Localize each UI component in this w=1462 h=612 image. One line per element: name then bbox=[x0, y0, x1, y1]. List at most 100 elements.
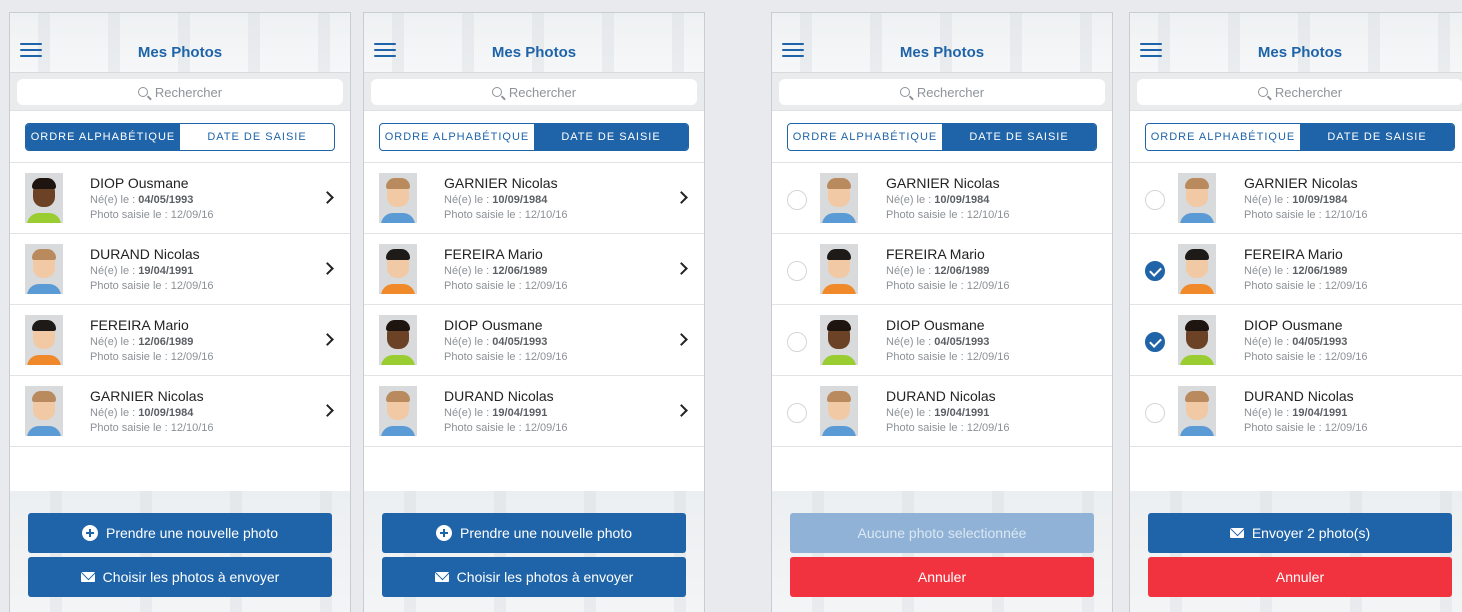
capture-date: Photo saisie le : 12/09/16 bbox=[886, 280, 1010, 292]
avatar bbox=[1178, 315, 1216, 365]
checked-radio[interactable] bbox=[1145, 261, 1165, 281]
avatar bbox=[379, 386, 417, 436]
birth-date: Né(e) le : 04/05/1993 bbox=[90, 194, 194, 206]
list-item[interactable]: DIOP Ousmane Né(e) le : 04/05/1993 Photo s… bbox=[772, 305, 1112, 376]
person-name: DIOP Ousmane bbox=[886, 317, 985, 333]
capture-date: Photo saisie le : 12/09/16 bbox=[1244, 422, 1368, 434]
take-new-photo-button[interactable]: Prendre une nouvelle photo bbox=[382, 513, 686, 553]
send-photos-button[interactable]: Envoyer 2 photo(s) bbox=[1148, 513, 1452, 553]
birth-date: Né(e) le : 19/04/1991 bbox=[1244, 407, 1348, 419]
segment-date[interactable]: DATE DE SAISIE bbox=[180, 124, 334, 150]
list-item[interactable]: DURAND Nicolas Né(e) le : 19/04/1991 Photo… bbox=[364, 376, 704, 447]
checked-radio[interactable] bbox=[1145, 332, 1165, 352]
birth-date: Né(e) le : 10/09/1984 bbox=[886, 194, 990, 206]
list-item[interactable]: DURAND Nicolas Né(e) le : 19/04/1991 Photo… bbox=[772, 376, 1112, 447]
list-item[interactable]: DIOP Ousmane Né(e) le : 04/05/1993 Photo s… bbox=[10, 163, 350, 234]
nav-bar: Mes Photos bbox=[1130, 13, 1462, 73]
capture-date: Photo saisie le : 12/09/16 bbox=[444, 422, 568, 434]
choose-photos-button[interactable]: Choisir les photos à envoyer bbox=[382, 557, 686, 597]
sort-segmented-control: ORDRE ALPHABÉTIQUE DATE DE SAISIE bbox=[1145, 123, 1455, 151]
list-item[interactable]: DURAND Nicolas Né(e) le : 19/04/1991 Photo… bbox=[1130, 376, 1462, 447]
list-item[interactable]: FEREIRA Mario Né(e) le : 12/06/1989 Photo … bbox=[772, 234, 1112, 305]
avatar bbox=[820, 386, 858, 436]
avatar bbox=[1178, 244, 1216, 294]
unchecked-radio[interactable] bbox=[787, 403, 807, 423]
birth-date: Né(e) le : 12/06/1989 bbox=[886, 265, 990, 277]
unchecked-radio[interactable] bbox=[1145, 190, 1165, 210]
photo-list: GARNIER Nicolas Né(e) le : 10/09/1984 Phot… bbox=[364, 163, 704, 447]
sort-segmented-control: ORDRE ALPHABÉTIQUE DATE DE SAISIE bbox=[25, 123, 335, 151]
photo-list: GARNIER Nicolas Né(e) le : 10/09/1984 Phot… bbox=[1130, 163, 1462, 447]
mail-icon bbox=[1229, 528, 1244, 538]
birth-date: Né(e) le : 04/05/1993 bbox=[444, 336, 548, 348]
sort-segmented-control: ORDRE ALPHABÉTIQUE DATE DE SAISIE bbox=[787, 123, 1097, 151]
list-item[interactable]: DURAND Nicolas Né(e) le : 19/04/1991 Photo… bbox=[10, 234, 350, 305]
plus-circle-icon bbox=[81, 525, 98, 541]
birth-date: Né(e) le : 10/09/1984 bbox=[444, 194, 548, 206]
unchecked-radio[interactable] bbox=[787, 261, 807, 281]
person-name: DURAND Nicolas bbox=[90, 246, 200, 262]
birth-date: Né(e) le : 19/04/1991 bbox=[90, 265, 194, 277]
person-name: FEREIRA Mario bbox=[1244, 246, 1343, 262]
search-bar: Rechercher bbox=[772, 73, 1112, 111]
person-name: GARNIER Nicolas bbox=[886, 175, 1000, 191]
person-name: GARNIER Nicolas bbox=[444, 175, 558, 191]
avatar bbox=[820, 315, 858, 365]
chevron-right-icon[interactable] bbox=[321, 333, 334, 346]
take-new-photo-button[interactable]: Prendre une nouvelle photo bbox=[28, 513, 332, 553]
cancel-button[interactable]: Annuler bbox=[790, 557, 1094, 597]
avatar bbox=[25, 244, 63, 294]
segment-alphabetical[interactable]: ORDRE ALPHABÉTIQUE bbox=[788, 124, 942, 150]
list-item[interactable]: GARNIER Nicolas Né(e) le : 10/09/1984 Phot… bbox=[1130, 163, 1462, 234]
search-icon bbox=[491, 87, 502, 97]
segment-date[interactable]: DATE DE SAISIE bbox=[942, 124, 1096, 150]
segment-alphabetical[interactable]: ORDRE ALPHABÉTIQUE bbox=[26, 124, 180, 150]
search-input[interactable]: Rechercher bbox=[17, 79, 343, 105]
search-input[interactable]: Rechercher bbox=[779, 79, 1105, 105]
choose-photos-button[interactable]: Choisir les photos à envoyer bbox=[28, 557, 332, 597]
chevron-right-icon[interactable] bbox=[675, 404, 688, 417]
chevron-right-icon[interactable] bbox=[675, 191, 688, 204]
action-footer: Aucune photo selectionnée Annuler bbox=[772, 491, 1112, 612]
avatar bbox=[379, 173, 417, 223]
avatar bbox=[820, 173, 858, 223]
search-bar: Rechercher bbox=[10, 73, 350, 111]
list-item[interactable]: DIOP Ousmane Né(e) le : 04/05/1993 Photo s… bbox=[364, 305, 704, 376]
unchecked-radio[interactable] bbox=[787, 190, 807, 210]
cancel-button[interactable]: Annuler bbox=[1148, 557, 1452, 597]
unchecked-radio[interactable] bbox=[1145, 403, 1165, 423]
list-item[interactable]: GARNIER Nicolas Né(e) le : 10/09/1984 Phot… bbox=[364, 163, 704, 234]
list-item[interactable]: FEREIRA Mario Né(e) le : 12/06/1989 Photo … bbox=[10, 305, 350, 376]
chevron-right-icon[interactable] bbox=[675, 333, 688, 346]
avatar bbox=[379, 315, 417, 365]
birth-date: Né(e) le : 12/06/1989 bbox=[90, 336, 194, 348]
mail-icon bbox=[80, 572, 95, 582]
person-name: FEREIRA Mario bbox=[90, 317, 189, 333]
list-item[interactable]: FEREIRA Mario Né(e) le : 12/06/1989 Photo … bbox=[364, 234, 704, 305]
segment-date[interactable]: DATE DE SAISIE bbox=[1300, 124, 1454, 150]
chevron-right-icon[interactable] bbox=[321, 191, 334, 204]
nav-bar: Mes Photos bbox=[772, 13, 1112, 73]
chevron-right-icon[interactable] bbox=[321, 404, 334, 417]
chevron-right-icon[interactable] bbox=[321, 262, 334, 275]
capture-date: Photo saisie le : 12/09/16 bbox=[1244, 280, 1368, 292]
action-footer: Prendre une nouvelle photo Choisir les ph… bbox=[364, 491, 704, 612]
person-name: DURAND Nicolas bbox=[444, 388, 554, 404]
birth-date: Né(e) le : 04/05/1993 bbox=[886, 336, 990, 348]
avatar bbox=[25, 315, 63, 365]
search-input[interactable]: Rechercher bbox=[1137, 79, 1462, 105]
avatar bbox=[1178, 173, 1216, 223]
segment-alphabetical[interactable]: ORDRE ALPHABÉTIQUE bbox=[1146, 124, 1300, 150]
unchecked-radio[interactable] bbox=[787, 332, 807, 352]
avatar bbox=[820, 244, 858, 294]
search-bar: Rechercher bbox=[1130, 73, 1462, 111]
list-item[interactable]: GARNIER Nicolas Né(e) le : 10/09/1984 Phot… bbox=[772, 163, 1112, 234]
segment-alphabetical[interactable]: ORDRE ALPHABÉTIQUE bbox=[380, 124, 534, 150]
list-item[interactable]: GARNIER Nicolas Né(e) le : 10/09/1984 Phot… bbox=[10, 376, 350, 447]
chevron-right-icon[interactable] bbox=[675, 262, 688, 275]
segment-date[interactable]: DATE DE SAISIE bbox=[534, 124, 688, 150]
search-input[interactable]: Rechercher bbox=[371, 79, 697, 105]
list-item[interactable]: FEREIRA Mario Né(e) le : 12/06/1989 Photo … bbox=[1130, 234, 1462, 305]
list-item[interactable]: DIOP Ousmane Né(e) le : 04/05/1993 Photo s… bbox=[1130, 305, 1462, 376]
search-icon bbox=[899, 87, 910, 97]
